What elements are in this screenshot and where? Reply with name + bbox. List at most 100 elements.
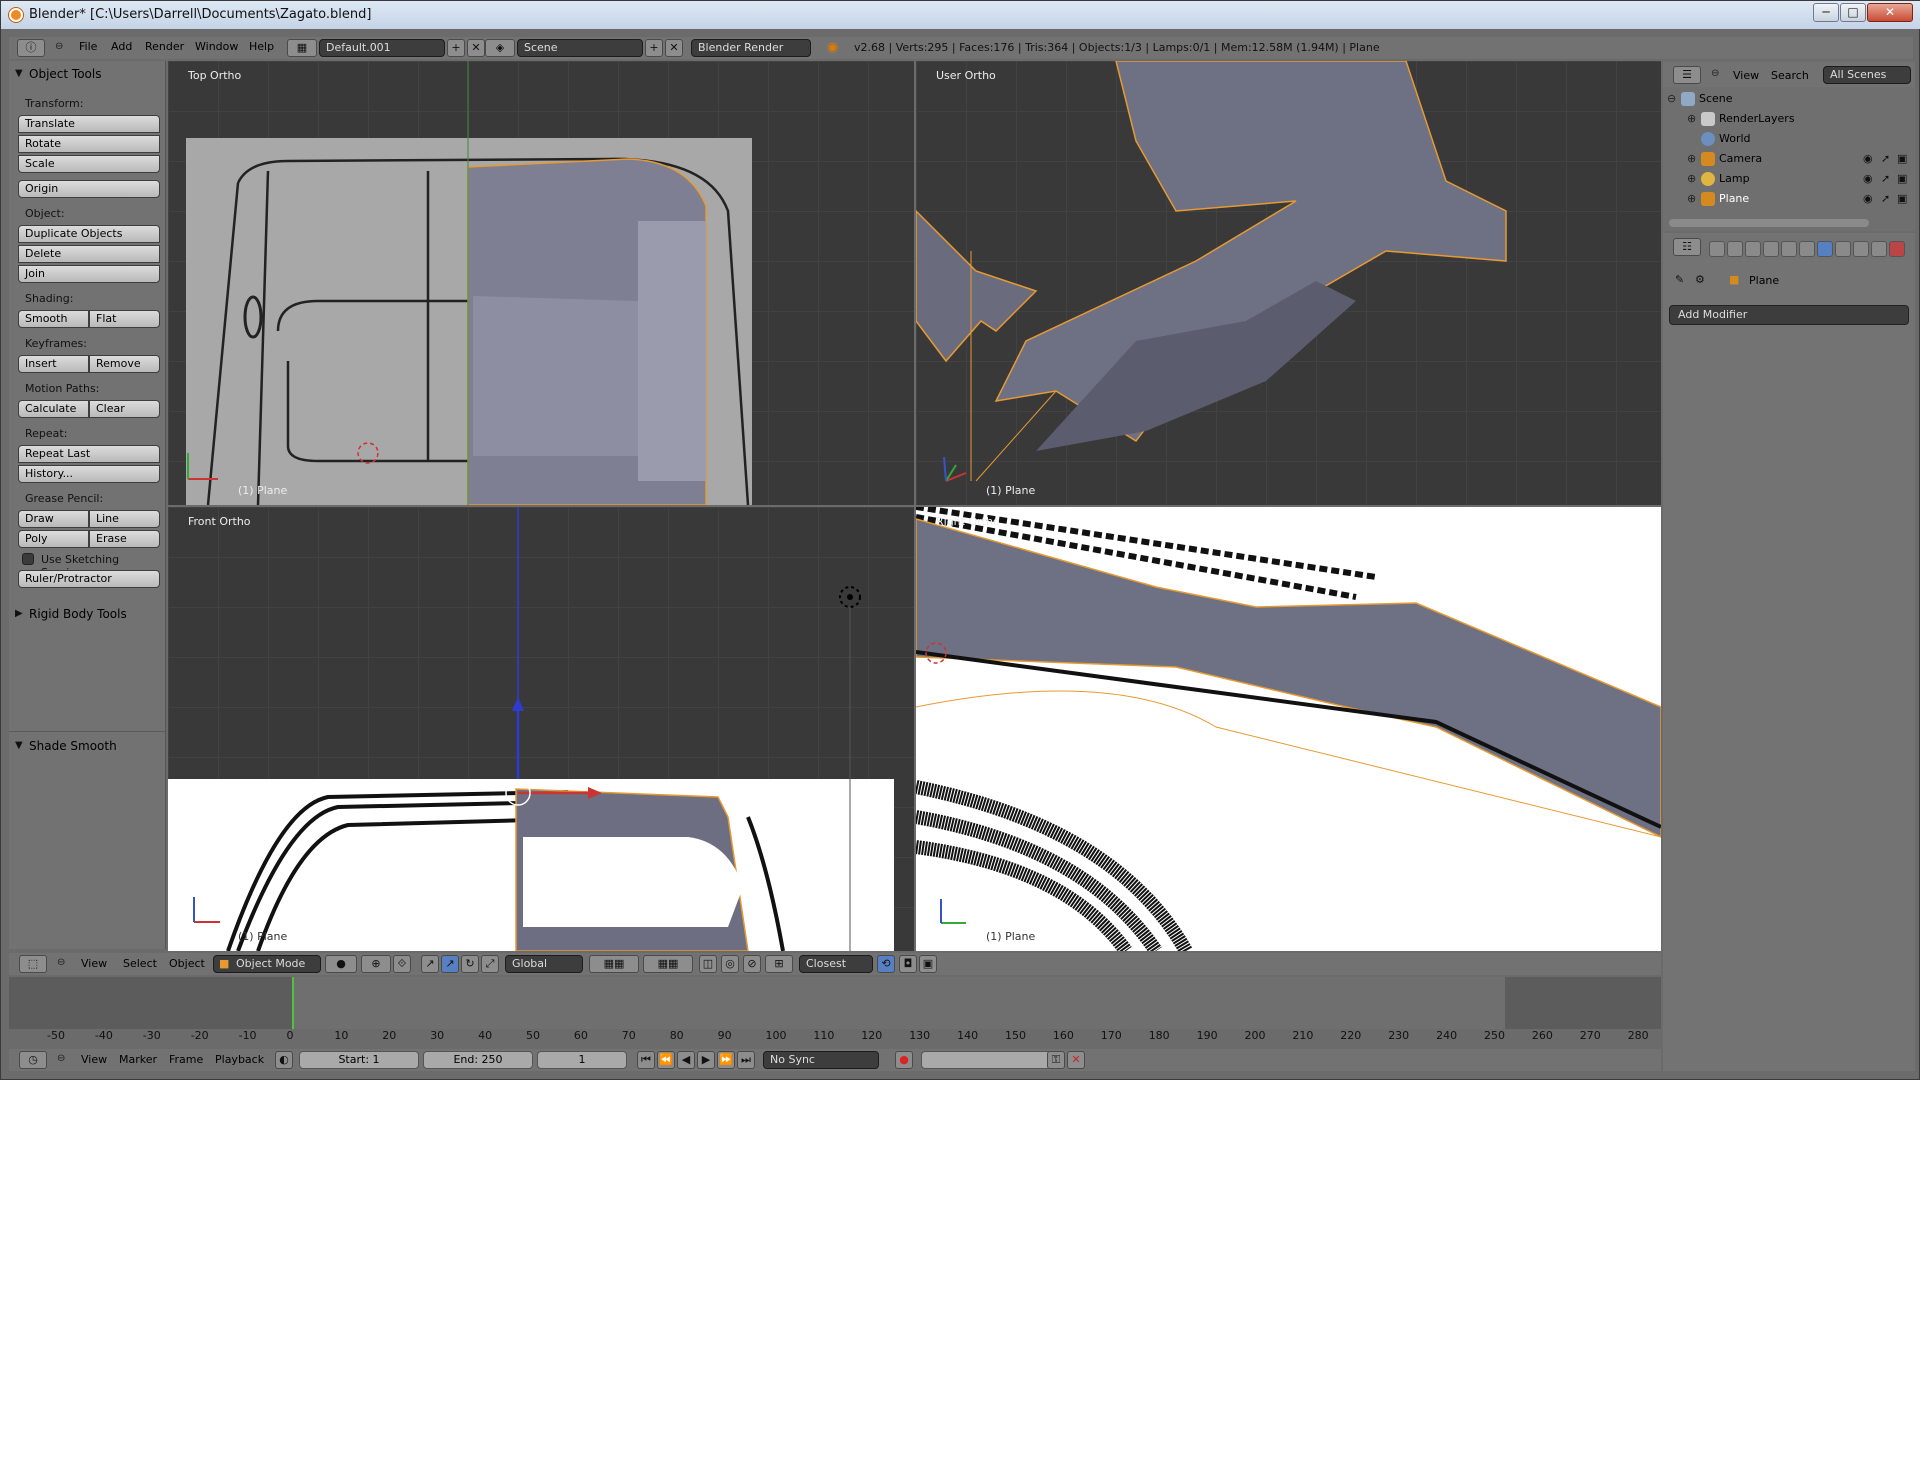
render-layers-tab-icon[interactable] bbox=[1727, 241, 1743, 257]
texture-tab-icon[interactable] bbox=[1871, 241, 1887, 257]
tree-item-world[interactable]: World bbox=[1663, 129, 1915, 149]
pivot-point-icon[interactable]: ⊕ bbox=[361, 955, 391, 973]
scene-tab-icon[interactable] bbox=[1745, 241, 1761, 257]
current-frame-field[interactable]: 1 bbox=[537, 1051, 627, 1069]
collapse-menu-icon[interactable]: ⊖ bbox=[57, 1053, 65, 1064]
origin-button[interactable]: Origin bbox=[18, 180, 160, 198]
line-button[interactable]: Line bbox=[89, 510, 160, 528]
shade-smooth-panel-header[interactable]: ▼ Shade Smooth bbox=[9, 737, 166, 755]
keying-set-field[interactable] bbox=[921, 1051, 1051, 1069]
erase-button[interactable]: Erase bbox=[89, 530, 160, 548]
layers-icon[interactable]: ▦▦ bbox=[589, 955, 639, 973]
jump-start-icon[interactable]: ⏮ bbox=[637, 1051, 655, 1069]
maximize-button[interactable]: □ bbox=[1840, 3, 1866, 22]
render-icon[interactable]: ◘ bbox=[899, 955, 917, 973]
tree-item-lamp[interactable]: ⊕ Lamp ◉ ➚ ▣ bbox=[1663, 169, 1915, 189]
start-frame-field[interactable]: Start: 1 bbox=[299, 1051, 419, 1069]
menu-object[interactable]: Object bbox=[169, 957, 205, 970]
selectable-cursor-icon[interactable]: ➚ bbox=[1881, 149, 1890, 169]
snap-element-icon[interactable]: ⊞ bbox=[765, 955, 793, 973]
layers-icon[interactable]: ▦▦ bbox=[643, 955, 693, 973]
editor-type-info-icon[interactable]: ⓘ bbox=[17, 39, 45, 57]
poly-button[interactable]: Poly bbox=[18, 530, 89, 548]
sketching-sessions-checkbox[interactable] bbox=[22, 553, 34, 565]
outliner-menu-search[interactable]: Search bbox=[1771, 69, 1809, 82]
lock-layers-icon[interactable]: ◫ bbox=[699, 955, 717, 973]
menu-help[interactable]: Help bbox=[249, 37, 274, 57]
pin-icon[interactable]: ✎ bbox=[1675, 273, 1684, 286]
scale-button[interactable]: Scale bbox=[18, 155, 160, 173]
menu-file[interactable]: File bbox=[79, 37, 97, 57]
editor-type-timeline-icon[interactable]: ◷ bbox=[19, 1051, 47, 1069]
remove-keyframe-button[interactable]: Remove bbox=[89, 355, 160, 373]
rotate-button[interactable]: Rotate bbox=[18, 135, 160, 153]
remove-scene-icon[interactable]: ✕ bbox=[665, 39, 683, 57]
orientation-select[interactable]: Global bbox=[505, 955, 583, 973]
object-tab-icon[interactable] bbox=[1781, 241, 1797, 257]
translate-manipulator-icon[interactable]: ↗ bbox=[421, 955, 439, 973]
insert-keyframe-button[interactable]: Insert bbox=[18, 355, 89, 373]
timeline[interactable]: -50 -40 -30 -20 -10 0 10 20 30 40 50 60 70 80 90 100 110… bbox=[9, 977, 1661, 1043]
rotate-manipulator-icon[interactable]: ↻ bbox=[461, 955, 479, 973]
data-tab-icon[interactable] bbox=[1835, 241, 1851, 257]
jump-keyframe-forward-icon[interactable]: ⏩ bbox=[717, 1051, 735, 1069]
screen-layout-icon[interactable]: ▦ bbox=[287, 39, 317, 57]
timeline-menu-playback[interactable]: Playback bbox=[215, 1053, 264, 1066]
add-modifier-dropdown[interactable]: Add Modifier bbox=[1669, 305, 1909, 325]
collapse-menu-icon[interactable]: ⊖ bbox=[1711, 68, 1719, 79]
render-animation-icon[interactable]: ▣ bbox=[919, 955, 937, 973]
history-button[interactable]: History... bbox=[18, 465, 160, 483]
editor-type-3d-icon[interactable]: ⬚ bbox=[19, 955, 47, 973]
record-icon[interactable]: ● bbox=[895, 1051, 913, 1069]
delete-button[interactable]: Delete bbox=[18, 245, 160, 263]
duplicate-objects-button[interactable]: Duplicate Objects bbox=[18, 225, 160, 243]
draw-button[interactable]: Draw bbox=[18, 510, 89, 528]
repeat-last-button[interactable]: Repeat Last bbox=[18, 445, 160, 463]
snap-toggle-icon[interactable]: ⊘ bbox=[743, 955, 761, 973]
renderable-camera-icon[interactable]: ▣ bbox=[1897, 149, 1907, 169]
world-tab-icon[interactable] bbox=[1763, 241, 1779, 257]
delete-keyframe-icon[interactable]: ✕ bbox=[1067, 1051, 1085, 1069]
constraints-tab-icon[interactable] bbox=[1799, 241, 1815, 257]
minimize-button[interactable]: ─ bbox=[1813, 3, 1839, 22]
calculate-button[interactable]: Calculate bbox=[18, 400, 89, 418]
editor-type-outliner-icon[interactable]: ☰ bbox=[1673, 66, 1701, 84]
selectable-cursor-icon[interactable]: ➚ bbox=[1881, 169, 1890, 189]
menu-select[interactable]: Select bbox=[123, 957, 157, 970]
visibility-eye-icon[interactable]: ◉ bbox=[1863, 189, 1873, 209]
end-frame-field[interactable]: End: 250 bbox=[423, 1051, 533, 1069]
viewport-user-ortho[interactable]: User Ortho (1) Plane bbox=[916, 61, 1661, 505]
rigid-body-tools-panel-header[interactable]: ▶ Rigid Body Tools bbox=[9, 605, 166, 623]
play-reverse-icon[interactable]: ◀ bbox=[677, 1051, 695, 1069]
viewport-right-ortho[interactable]: Right Ortho (1) Plane bbox=[916, 507, 1661, 951]
scene-icon[interactable]: ◈ bbox=[485, 39, 515, 57]
tree-item-renderlayers[interactable]: ⊕ RenderLayers bbox=[1663, 109, 1915, 129]
visibility-eye-icon[interactable]: ◉ bbox=[1863, 169, 1873, 189]
tree-item-plane[interactable]: ⊕ Plane ◉ ➚ ▣ bbox=[1663, 189, 1915, 209]
insert-keyframe-icon[interactable]: ⚿ bbox=[1047, 1051, 1065, 1069]
scene-field[interactable]: Scene bbox=[517, 39, 643, 57]
join-button[interactable]: Join bbox=[18, 265, 160, 283]
editor-type-properties-icon[interactable]: ☷ bbox=[1673, 238, 1701, 256]
current-frame-indicator[interactable] bbox=[292, 977, 294, 1029]
timeline-menu-marker[interactable]: Marker bbox=[119, 1053, 157, 1066]
flat-button[interactable]: Flat bbox=[89, 310, 160, 328]
tree-item-scene[interactable]: ⊖ Scene bbox=[1663, 89, 1915, 109]
sync-mode-select[interactable]: No Sync bbox=[763, 1051, 879, 1069]
render-engine-select[interactable]: Blender Render bbox=[691, 39, 811, 57]
screen-layout-field[interactable]: Default.001 bbox=[319, 39, 445, 57]
clear-button[interactable]: Clear bbox=[89, 400, 160, 418]
close-button[interactable]: ✕ bbox=[1867, 3, 1913, 22]
preview-range-icon[interactable]: ◐ bbox=[275, 1051, 293, 1069]
menu-window[interactable]: Window bbox=[195, 37, 238, 57]
remove-screen-icon[interactable]: ✕ bbox=[467, 39, 485, 57]
add-scene-icon[interactable]: + bbox=[645, 39, 663, 57]
outliner-scrollbar[interactable] bbox=[1669, 219, 1869, 227]
scale-manipulator-icon[interactable]: ⤢ bbox=[481, 955, 499, 973]
collapse-menu-icon[interactable]: ⊖ bbox=[55, 41, 63, 52]
renderable-camera-icon[interactable]: ▣ bbox=[1897, 169, 1907, 189]
collapse-menu-icon[interactable]: ⊖ bbox=[57, 957, 65, 968]
modifiers-tab-icon[interactable] bbox=[1817, 241, 1833, 257]
menu-add[interactable]: Add bbox=[111, 37, 132, 57]
jump-keyframe-back-icon[interactable]: ⏪ bbox=[657, 1051, 675, 1069]
